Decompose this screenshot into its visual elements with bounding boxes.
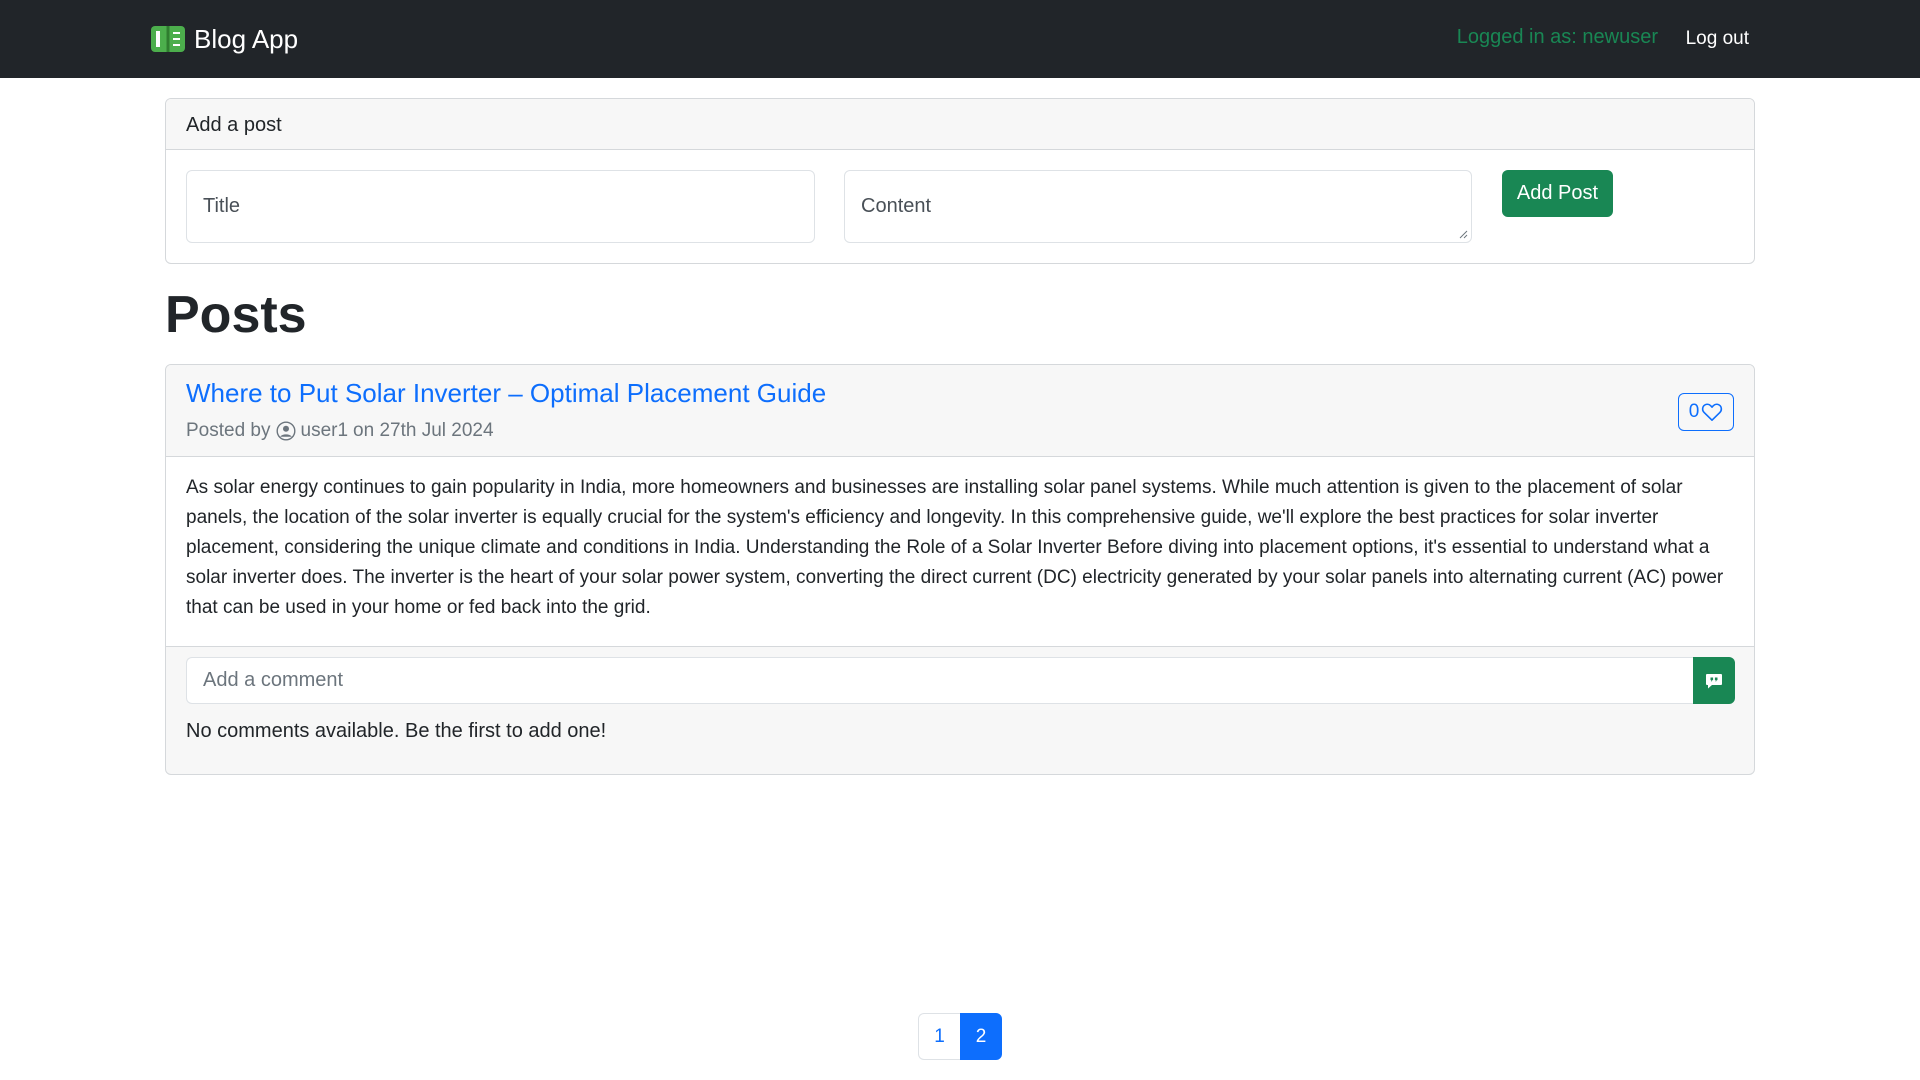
comment-placeholder: Add a comment [203, 669, 344, 691]
add-post-card: Add a post Title Content Add Post [165, 98, 1755, 264]
like-button[interactable]: 0 [1678, 393, 1734, 431]
pagination: 1 2 [918, 1013, 1002, 1060]
logout-link[interactable]: Log out [1686, 27, 1749, 51]
navbar: Blog App Logged in as: newuser Log out [0, 0, 1920, 78]
page-link-2-active[interactable]: 2 [960, 1013, 1002, 1060]
chat-quote-icon [1706, 673, 1722, 688]
content-textarea[interactable]: Content [844, 170, 1472, 243]
title-input[interactable]: Title [186, 170, 815, 243]
resize-grip-icon[interactable] [1459, 230, 1468, 239]
comment-input[interactable]: Add a comment [186, 657, 1693, 704]
logged-in-status: Logged in as: newuser [1456, 26, 1658, 48]
content-placeholder: Content [861, 195, 932, 217]
post-body: As solar energy continues to gain popula… [166, 457, 1754, 647]
post-card: Where to Put Solar Inverter – Optimal Pl… [165, 364, 1755, 775]
post-title-link[interactable]: Where to Put Solar Inverter – Optimal Pl… [186, 377, 826, 409]
comment-form: Add a comment [186, 657, 1735, 704]
heart-icon [1702, 403, 1723, 421]
post-author: user1 [300, 420, 349, 441]
no-comments-message: No comments available. Be the first to a… [186, 720, 607, 742]
page-link-1[interactable]: 1 [918, 1013, 960, 1060]
post-header: Where to Put Solar Inverter – Optimal Pl… [166, 365, 1754, 457]
brand-text: Blog App [194, 24, 299, 54]
add-post-header: Add a post [166, 99, 1754, 150]
book-icon [151, 26, 185, 52]
post-date: on 27th Jul 2024 [353, 420, 494, 441]
submit-comment-button[interactable] [1693, 657, 1735, 704]
title-placeholder: Title [203, 195, 241, 217]
post-meta: Posted by user1 on 27th Jul 2024 [186, 419, 494, 443]
like-count: 0 [1688, 401, 1700, 422]
posted-by-label: Posted by [186, 420, 271, 441]
brand-link[interactable]: Blog App [151, 23, 298, 55]
page-title: Posts [165, 286, 307, 344]
add-post-button[interactable]: Add Post [1502, 170, 1613, 217]
user-circle-icon [275, 421, 296, 441]
